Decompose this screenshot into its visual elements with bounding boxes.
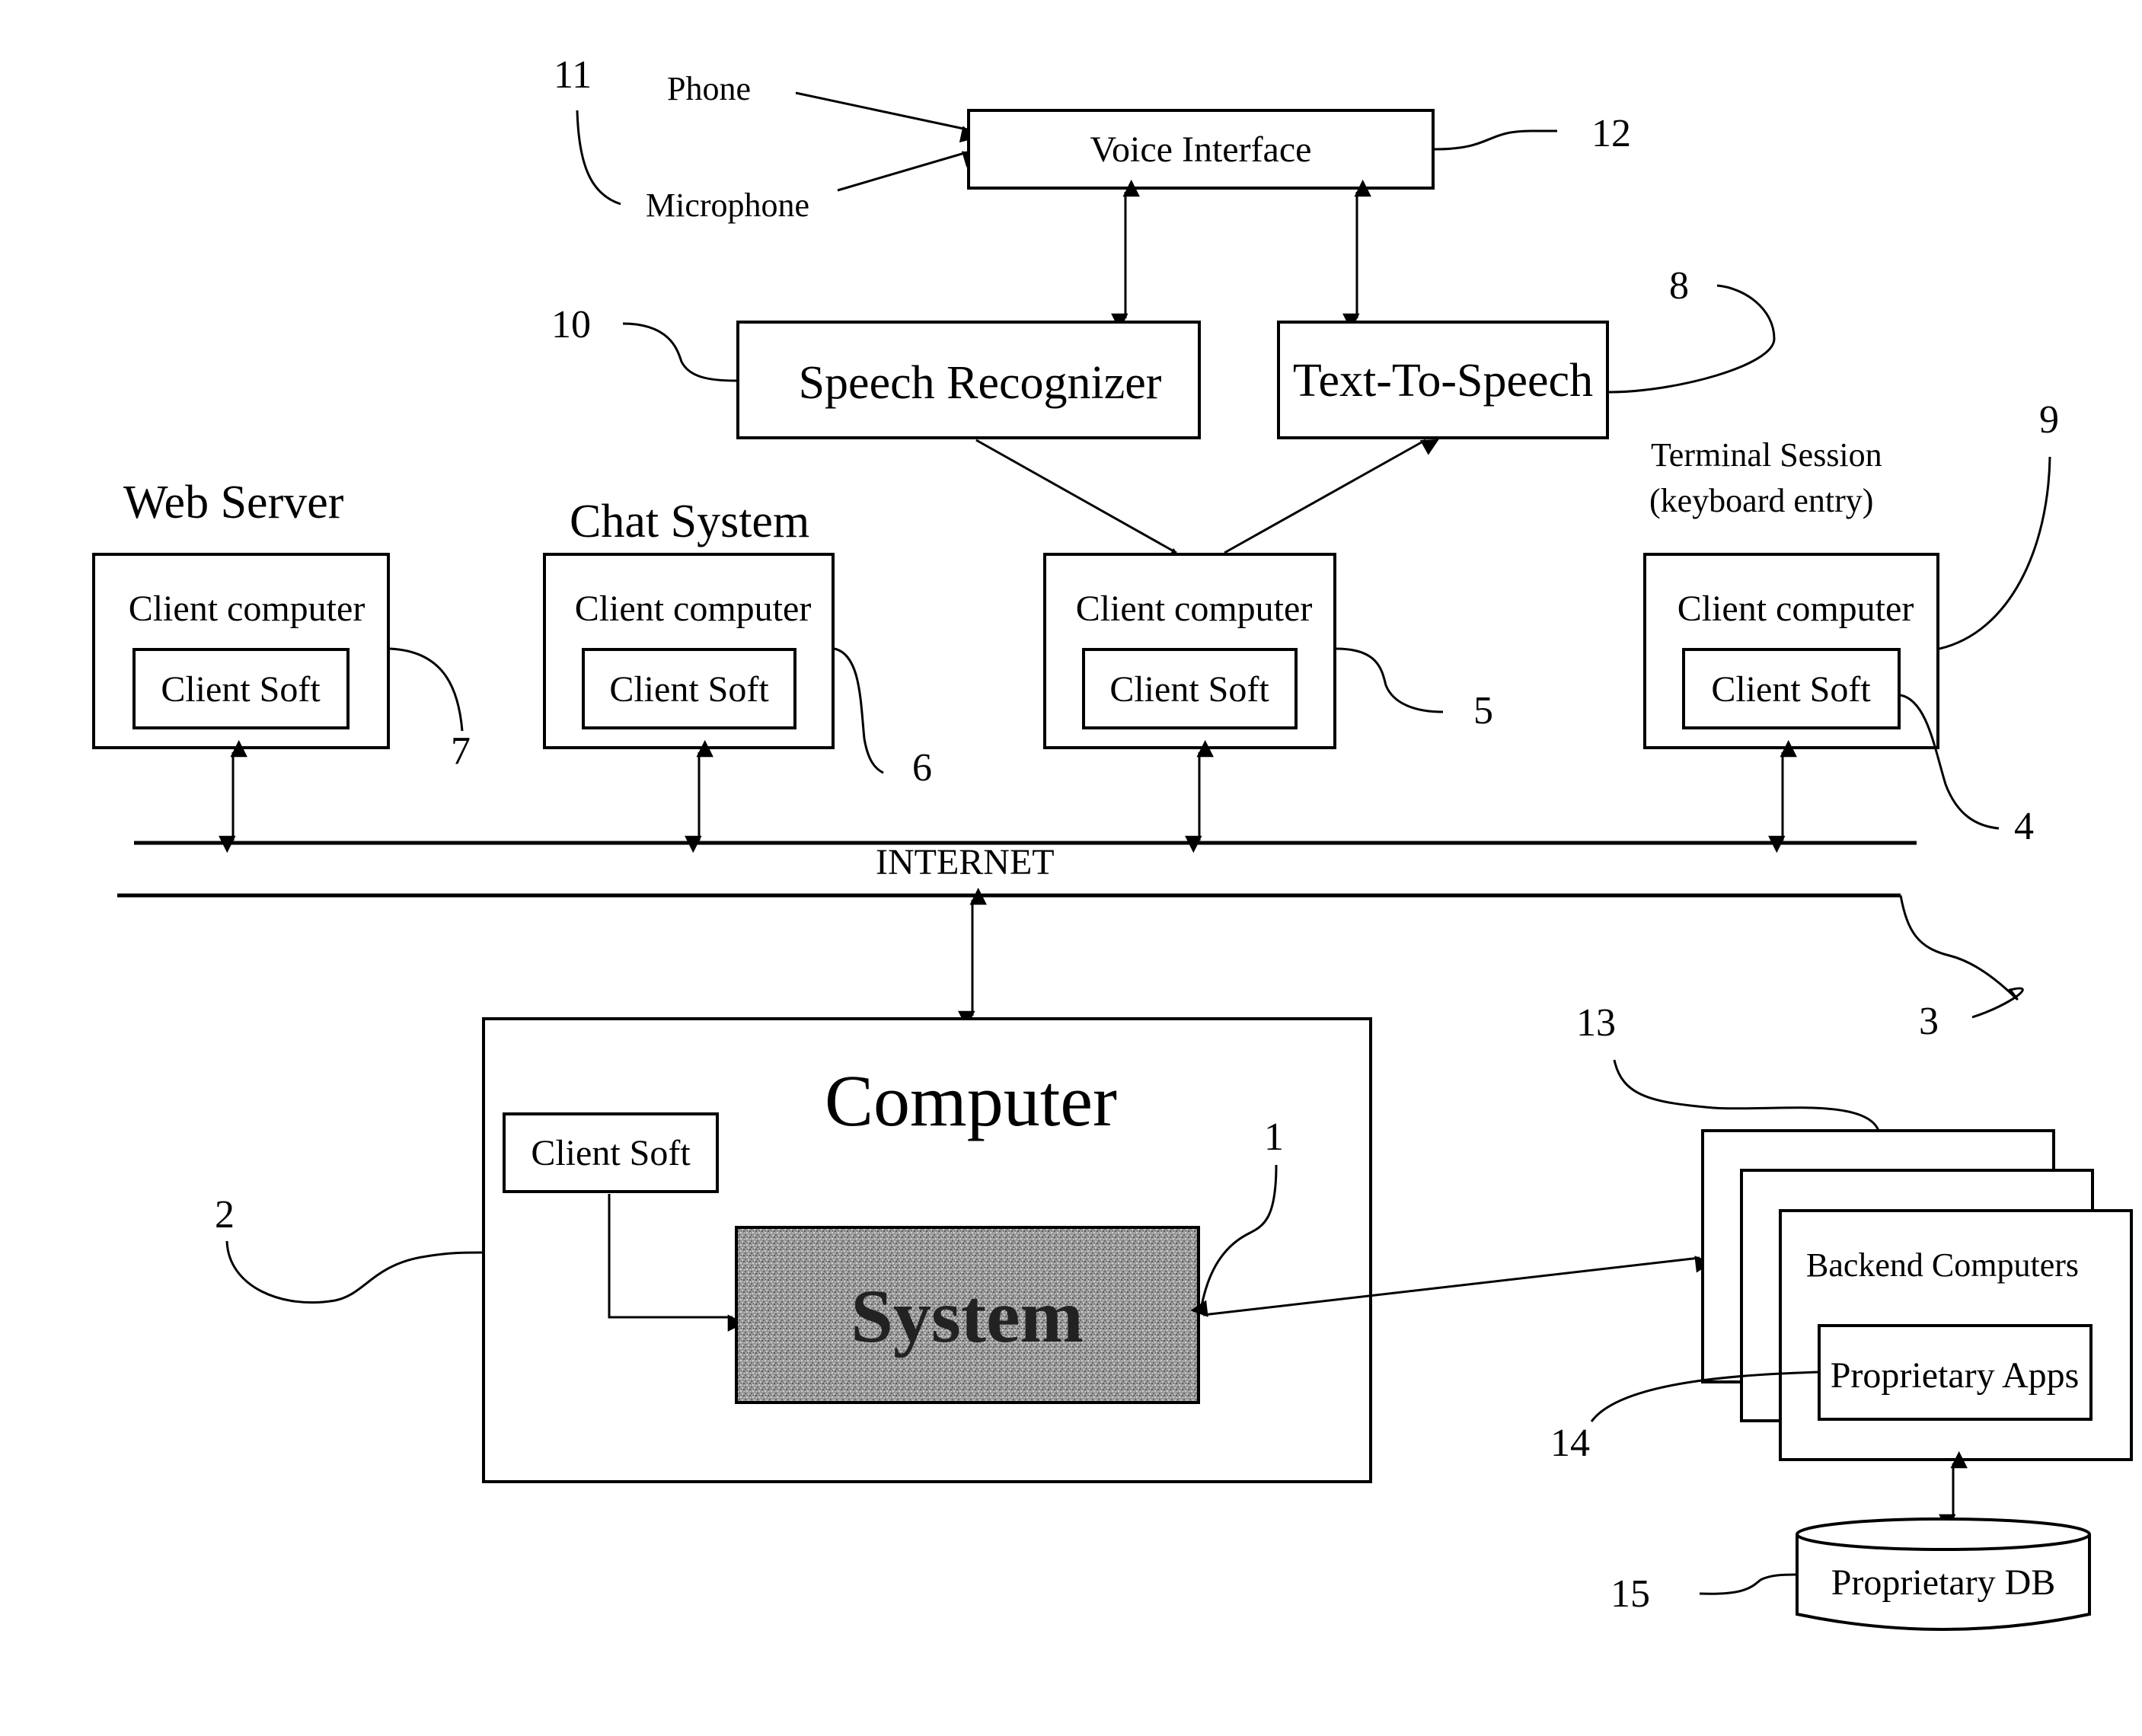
ref-15-leader [1699, 1573, 1796, 1595]
ref-number-3: 3 [1919, 1000, 1939, 1043]
ref-number-11: 11 [554, 53, 592, 97]
chat-system-heading: Chat System [570, 496, 809, 547]
voice-interface: Voice Interface 12 [967, 109, 1631, 190]
ref-number-1: 1 [1264, 1115, 1284, 1159]
ref-3-leader [1899, 895, 2024, 1019]
ref-number-10: 10 [551, 303, 591, 346]
computer: Computer Client Soft System 1 2 [215, 1017, 1372, 1483]
ref-number-7: 7 [451, 729, 471, 773]
proprietary-db-label: Proprietary DB [1831, 1562, 2056, 1603]
terminal-client-soft-label: Client Soft [1711, 669, 1871, 710]
client-terminal-session: Terminal Session (keyboard entry) Client… [1643, 398, 2059, 854]
web-server-client-computer-label: Client computer [129, 589, 366, 629]
ref-11-leader [576, 110, 621, 206]
ref-number-6: 6 [912, 746, 932, 790]
ref-10-leader [622, 322, 737, 382]
microphone-label: Microphone [646, 187, 809, 224]
terminal-client-computer-label: Client computer [1678, 589, 1914, 629]
ref-number-14: 14 [1550, 1422, 1590, 1465]
ref-7-leader [389, 647, 464, 732]
speech-recognizer-to-client-arrow [975, 439, 1185, 564]
voice-interface-label: Voice Interface [1090, 129, 1312, 170]
ref-number-4: 4 [2014, 805, 2034, 848]
proprietary-db: Proprietary DB 15 [1610, 1517, 2091, 1631]
internet-network: INTERNET 3 [117, 841, 2024, 1043]
ref-number-8: 8 [1669, 264, 1689, 308]
phone-label: Phone [667, 70, 751, 107]
computer-client-soft-label: Client Soft [531, 1133, 691, 1173]
chat-client-soft-label: Client Soft [609, 669, 769, 710]
ref-12-leader [1434, 129, 1557, 151]
ref-number-9: 9 [2039, 398, 2059, 442]
client-to-tts-arrow [1224, 439, 1439, 554]
web-server-client-soft-label: Client Soft [161, 669, 321, 710]
terminal-session-subheading: (keyboard entry) [1649, 482, 1873, 519]
voice-client-soft-label: Client Soft [1109, 669, 1269, 710]
patent-system-diagram: 11 Phone Microphone Voice Interface 12 S… [92, 53, 2133, 1631]
terminal-session-heading: Terminal Session [1651, 436, 1882, 474]
proprietary-apps-label: Proprietary Apps [1831, 1355, 2080, 1396]
web-server-heading: Web Server [123, 477, 344, 528]
client-voice: Client computer Client Soft 5 [1043, 553, 1493, 854]
system-label: System [851, 1274, 1084, 1358]
microphone-arrow [837, 151, 981, 192]
computer-title: Computer [825, 1060, 1117, 1141]
ref-9-leader [1939, 456, 2051, 650]
client-web-server: Web Server Client computer Client Soft 7 [92, 477, 471, 854]
voice-client-computer-label: Client computer [1076, 589, 1313, 629]
phone-arrow [795, 91, 978, 143]
client-chat-system: Chat System Client computer Client Soft … [543, 496, 932, 854]
internet-label: INTERNET [876, 842, 1055, 882]
speech-recognizer: Speech Recognizer 10 [551, 303, 1201, 439]
ref-number-13: 13 [1576, 1001, 1616, 1045]
ref-number-5: 5 [1473, 689, 1493, 732]
input-sources: 11 Phone Microphone [554, 53, 981, 224]
ref-8-leader [1608, 284, 1776, 394]
ref-5-leader [1336, 647, 1444, 713]
db-cylinder-top [1796, 1517, 2091, 1551]
text-to-speech-label: Text-To-Speech [1293, 355, 1593, 407]
ref-number-12: 12 [1591, 112, 1631, 155]
ref-2-leader [225, 1240, 483, 1304]
ref-13-leader [1613, 1059, 1880, 1131]
backend-computers-label: Backend Computers [1806, 1246, 2079, 1284]
backend-computers: Backend Computers Proprietary Apps 13 14 [1550, 1001, 2133, 1532]
ref-number-2: 2 [215, 1193, 235, 1237]
chat-client-computer-label: Client computer [575, 589, 812, 629]
text-to-speech: Text-To-Speech 8 [1277, 264, 1776, 439]
ref-number-15: 15 [1610, 1572, 1650, 1616]
ref-6-leader [834, 647, 884, 774]
speech-recognizer-label: Speech Recognizer [799, 357, 1162, 409]
